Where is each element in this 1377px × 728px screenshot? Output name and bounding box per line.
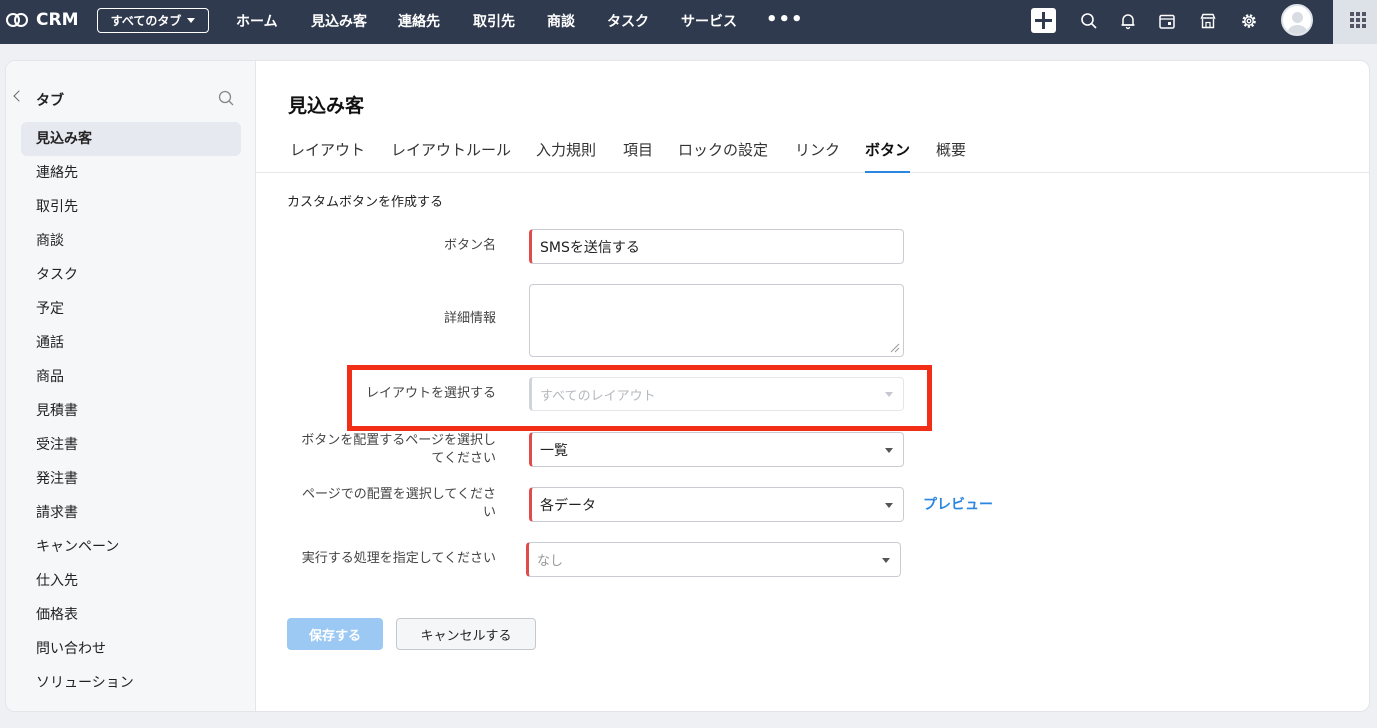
sidebar-item-events[interactable]: 予定 xyxy=(21,292,241,326)
tab-layout[interactable]: レイアウト xyxy=(290,139,365,173)
crm-logo[interactable]: CRM xyxy=(6,10,78,30)
sidebar-item-quotes[interactable]: 見積書 xyxy=(21,394,241,428)
search-icon[interactable] xyxy=(1080,12,1098,30)
resize-handle-icon[interactable] xyxy=(890,343,900,353)
store-icon[interactable] xyxy=(1199,12,1217,30)
preview-link[interactable]: プレビュー xyxy=(923,494,993,514)
action-select-value: なし xyxy=(537,554,564,569)
sidebar-item-cases[interactable]: 問い合わせ xyxy=(21,632,241,666)
sidebar-item-contacts[interactable]: 連絡先 xyxy=(21,156,241,190)
more-nav-button[interactable]: ••• xyxy=(766,9,804,30)
calendar-icon[interactable] xyxy=(1158,12,1176,30)
all-tabs-dropdown[interactable]: すべてのタブ xyxy=(97,8,209,33)
placement-select-label-line2: い xyxy=(482,505,496,520)
sidebar-item-accounts[interactable]: 取引先 xyxy=(21,190,241,224)
caret-down-icon xyxy=(885,447,893,453)
sidebar-title: タブ xyxy=(36,93,64,109)
details-label: 詳細情報 xyxy=(443,311,496,326)
action-select-label: 実行する処理を指定してください xyxy=(301,551,496,566)
bell-icon[interactable] xyxy=(1119,12,1137,30)
nav-contacts[interactable]: 連絡先 xyxy=(398,11,440,31)
crm-logo-icon xyxy=(6,12,30,28)
app-name: CRM xyxy=(36,10,79,30)
sidebar-item-calls[interactable]: 通話 xyxy=(21,326,241,360)
nav-tasks[interactable]: タスク xyxy=(607,11,649,31)
nav-home[interactable]: ホーム xyxy=(236,11,278,31)
plus-icon[interactable] xyxy=(1031,8,1056,33)
sidebar-item-leads[interactable]: 見込み客 xyxy=(21,122,241,156)
page-select-dropdown[interactable]: 一覧 xyxy=(529,432,904,467)
sidebar-item-campaigns[interactable]: キャンペーン xyxy=(21,530,241,564)
sidebar-item-vendors[interactable]: 仕入先 xyxy=(21,564,241,598)
sidebar-item-invoices[interactable]: 請求書 xyxy=(21,496,241,530)
button-name-value: SMSを送信する xyxy=(540,239,640,256)
sidebar-item-purchase-orders[interactable]: 発注書 xyxy=(21,462,241,496)
details-textarea[interactable] xyxy=(529,284,904,357)
search-icon[interactable] xyxy=(218,90,234,106)
tab-validation-rules[interactable]: 入力規則 xyxy=(536,139,596,173)
save-button[interactable]: 保存する xyxy=(287,618,383,650)
sidebar-list: 見込み客 連絡先 取引先 商談 タスク 予定 通話 商品 見積書 受注書 発注書… xyxy=(21,122,241,700)
page-select-value: 一覧 xyxy=(540,442,568,459)
tabs-sidebar: タブ 見込み客 連絡先 取引先 商談 タスク 予定 通話 商品 見積書 受注書 … xyxy=(6,61,256,711)
page-select-label: ボタンを配置するページを選択し てください xyxy=(276,432,496,468)
sidebar-item-sales-orders[interactable]: 受注書 xyxy=(21,428,241,462)
placement-select-value: 各データ xyxy=(540,497,596,514)
tab-buttons[interactable]: ボタン xyxy=(865,139,911,173)
section-title: カスタムボタンを作成する xyxy=(287,195,444,210)
apps-grid-icon[interactable] xyxy=(1350,12,1366,28)
tab-fields[interactable]: 項目 xyxy=(623,139,653,173)
cancel-button[interactable]: キャンセルする xyxy=(396,618,536,650)
main-panel: タブ 見込み客 連絡先 取引先 商談 タスク 予定 通話 商品 見積書 受注書 … xyxy=(5,60,1370,712)
all-tabs-label: すべてのタブ xyxy=(110,14,182,28)
nav-leads[interactable]: 見込み客 xyxy=(311,11,367,31)
placement-select-dropdown[interactable]: 各データ xyxy=(529,487,904,522)
highlight-box xyxy=(347,365,932,431)
caret-down-icon xyxy=(885,502,893,508)
page-select-label-line1: ボタンを配置するページを選択し xyxy=(301,433,496,448)
caret-down-icon xyxy=(882,557,890,563)
tab-summary[interactable]: 概要 xyxy=(936,139,966,173)
placement-select-label-line1: ページでの配置を選択してくださ xyxy=(302,487,496,502)
page-title: 見込み客 xyxy=(288,95,365,117)
tab-lock-settings[interactable]: ロックの設定 xyxy=(678,139,768,173)
button-name-input[interactable]: SMSを送信する xyxy=(529,229,904,264)
sidebar-item-solutions[interactable]: ソリューション xyxy=(21,666,241,700)
chevron-left-icon[interactable] xyxy=(13,90,25,102)
sidebar-item-products[interactable]: 商品 xyxy=(21,360,241,394)
page-select-label-line2: てください xyxy=(431,451,496,466)
tab-layout-rules[interactable]: レイアウトルール xyxy=(391,139,511,173)
content-area: 見込み客 レイアウト レイアウトルール 入力規則 項目 ロックの設定 リンク ボ… xyxy=(256,61,1369,711)
tab-links[interactable]: リンク xyxy=(795,139,840,173)
sidebar-item-price-books[interactable]: 価格表 xyxy=(21,598,241,632)
user-avatar[interactable] xyxy=(1281,4,1313,36)
nav-services[interactable]: サービス xyxy=(681,11,737,31)
caret-down-icon xyxy=(187,18,196,23)
nav-deals[interactable]: 商談 xyxy=(547,11,575,31)
placement-select-label: ページでの配置を選択してくださ い xyxy=(276,486,496,522)
button-name-label: ボタン名 xyxy=(443,238,496,253)
top-nav-bar: CRM すべてのタブ ホーム 見込み客 連絡先 取引先 商談 タスク サービス … xyxy=(0,0,1377,44)
nav-accounts[interactable]: 取引先 xyxy=(473,11,515,31)
action-select-dropdown[interactable]: なし xyxy=(526,542,901,577)
module-tabs: レイアウト レイアウトルール 入力規則 項目 ロックの設定 リンク ボタン 概要 xyxy=(256,135,1369,173)
gear-icon[interactable] xyxy=(1240,12,1258,30)
sidebar-item-tasks[interactable]: タスク xyxy=(21,258,241,292)
sidebar-item-deals[interactable]: 商談 xyxy=(21,224,241,258)
